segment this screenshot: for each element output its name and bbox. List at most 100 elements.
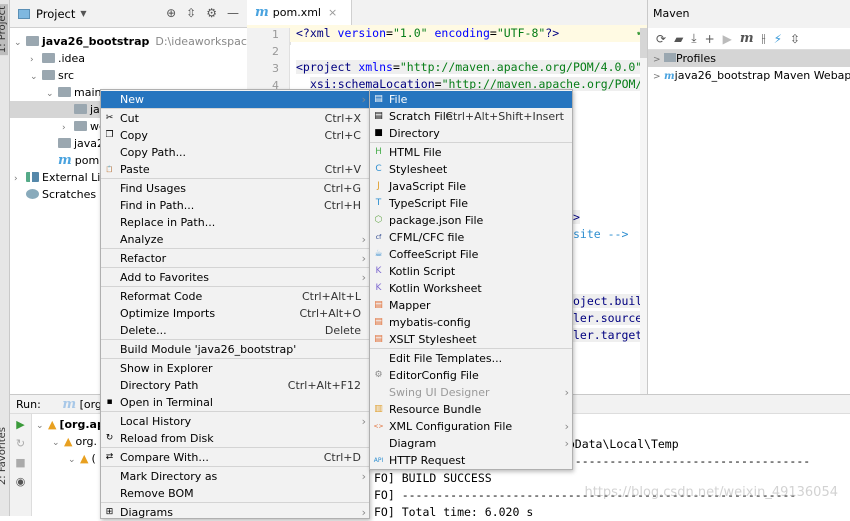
menu-item-label: Find Usages xyxy=(120,182,187,195)
locate-icon[interactable]: ⊕ xyxy=(166,6,176,20)
menu-item-mark-directory-as[interactable]: Mark Directory as › xyxy=(101,468,369,485)
tree-item-java26-bootstrap[interactable]: ⌄ java26_bootstrap D:\ideaworkspace\conter xyxy=(10,33,293,50)
stop-icon[interactable]: ■ xyxy=(10,456,31,469)
toggle-offline-icon[interactable]: ⫲ xyxy=(762,31,766,46)
new-item-label: Kotlin Worksheet xyxy=(389,282,482,295)
menu-item-refactor[interactable]: Refactor › xyxy=(101,250,369,267)
new-item-diagram[interactable]: Diagram › xyxy=(370,435,572,452)
chevron-down-icon[interactable]: ▼ xyxy=(80,9,86,18)
menu-item-label: Compare With... xyxy=(120,451,209,464)
menu-item-optimize-imports[interactable]: Optimize Imports Ctrl+Alt+O xyxy=(101,305,369,322)
eye-icon[interactable]: ◉ xyxy=(10,475,31,488)
line-number: 2 xyxy=(272,45,279,58)
tree-item-label: main xyxy=(74,86,102,99)
download-icon[interactable]: ⤓ xyxy=(691,31,696,46)
menu-item-directory-path[interactable]: Directory Path Ctrl+Alt+F12 xyxy=(101,377,369,394)
new-item-typescript-file[interactable]: T TypeScript File xyxy=(370,195,572,212)
menu-item-show-in-explorer[interactable]: Show in Explorer xyxy=(101,360,369,377)
new-item-label: Kotlin Script xyxy=(389,265,456,278)
menu-item-open-in-terminal[interactable]: ▪ Open in Terminal xyxy=(101,394,369,411)
menu-item-diagrams[interactable]: ⊞ Diagrams › xyxy=(101,504,369,521)
run-tree-item[interactable]: ⌄ ▲( xyxy=(32,450,96,467)
menu-item-local-history[interactable]: Local History › xyxy=(101,413,369,430)
menu-item-remove-bom[interactable]: Remove BOM xyxy=(101,485,369,502)
menu-item-copy[interactable]: ❐ Copy Ctrl+C xyxy=(101,127,369,144)
menu-item-add-to-favorites[interactable]: Add to Favorites › xyxy=(101,269,369,286)
skip-tests-icon[interactable]: ⚡ xyxy=(774,32,782,46)
new-item-package-json-file[interactable]: ⬡ package.json File xyxy=(370,212,572,229)
new-item-editorconfig-file[interactable]: ⚙ EditorConfig File xyxy=(370,367,572,384)
run-tree-item[interactable]: ⌄ ▲ org. xyxy=(32,433,97,450)
editor-scrollbar[interactable] xyxy=(640,28,647,394)
new-item-kotlin-script[interactable]: K Kotlin Script xyxy=(370,263,572,280)
tab-pom-xml[interactable]: m pom.xml × xyxy=(247,0,352,28)
maven-item-profiles[interactable]: > Profiles xyxy=(648,50,850,67)
new-item-directory[interactable]: ■ Directory xyxy=(370,125,572,142)
menu-item-copy-path[interactable]: Copy Path... xyxy=(101,144,369,161)
menu-item-new[interactable]: New › xyxy=(101,91,369,108)
run-toolbar: ▶ ↻ ■ ◉ xyxy=(10,414,32,516)
run-icon[interactable]: ▶ xyxy=(723,32,732,46)
project-tool-tab[interactable]: 1: Project xyxy=(0,4,8,56)
run-tree-item[interactable]: ⌄ ▲ [org.ap xyxy=(32,416,105,433)
menu-item-paste[interactable]: 📋 Paste Ctrl+V xyxy=(101,161,369,178)
gear-icon[interactable]: ⚙ xyxy=(206,6,217,20)
new-item-scratch-file[interactable]: ▤ Scratch File Ctrl+Alt+Shift+Insert xyxy=(370,108,572,125)
new-item-resource-bundle[interactable]: ▥ Resource Bundle xyxy=(370,401,572,418)
new-item-cfml-cfc-file[interactable]: cf CFML/CFC file xyxy=(370,229,572,246)
execute-goal-icon[interactable]: m xyxy=(740,31,754,46)
close-icon[interactable]: × xyxy=(328,6,337,19)
new-item-xslt-stylesheet[interactable]: ▤ XSLT Stylesheet xyxy=(370,331,572,348)
new-item-edit-file-templates[interactable]: Edit File Templates... xyxy=(370,350,572,367)
reload-icon[interactable]: ⟳ xyxy=(656,32,666,46)
menu-item-delete[interactable]: Delete... Delete xyxy=(101,322,369,339)
menu-item-cut[interactable]: ✂ Cut Ctrl+X xyxy=(101,110,369,127)
folder-icon xyxy=(58,87,71,97)
rerun-failed-icon[interactable]: ↻ xyxy=(10,437,31,450)
collapse-icon[interactable]: ⇳ xyxy=(790,32,800,46)
menu-item-reformat-code[interactable]: Reformat Code Ctrl+Alt+L xyxy=(101,288,369,305)
shortcut: Ctrl+Alt+F12 xyxy=(287,379,361,392)
menu-item-find-usages[interactable]: Find Usages Ctrl+G xyxy=(101,180,369,197)
menu-item-reload-from-disk[interactable]: ↻ Reload from Disk xyxy=(101,430,369,447)
code-token: "http://maven.apache.org/POM/4.0.0" xyxy=(399,60,643,74)
new-item-mybatis-config[interactable]: ▤ mybatis-config xyxy=(370,314,572,331)
new-item-javascript-file[interactable]: J JavaScript File xyxy=(370,178,572,195)
rerun-icon[interactable]: ▶ xyxy=(10,418,31,431)
menu-item-label: Replace in Path... xyxy=(120,216,216,229)
menu-item-analyze[interactable]: Analyze › xyxy=(101,231,369,248)
menu-item-compare-with[interactable]: ⇄ Compare With... Ctrl+D xyxy=(101,449,369,466)
new-item-file[interactable]: ▤ File xyxy=(370,91,572,108)
generate-sources-icon[interactable]: ▰ xyxy=(674,32,683,46)
favorites-tool-tab[interactable]: 2: Favorites xyxy=(0,425,8,487)
menu-item-label: Reload from Disk xyxy=(120,432,214,445)
new-item-label: TypeScript File xyxy=(389,197,469,210)
typescript-file-icon: T xyxy=(375,198,382,208)
new-item-label: JavaScript File xyxy=(389,180,467,193)
new-item-html-file[interactable]: H HTML File xyxy=(370,144,572,161)
chevron-right-icon: › xyxy=(564,437,569,450)
collapse-all-icon[interactable]: ⇳ xyxy=(186,6,196,20)
hide-icon[interactable]: — xyxy=(227,6,239,20)
tree-item-label: .idea xyxy=(58,52,86,65)
new-item-xml-configuration-file[interactable]: <> XML Configuration File › xyxy=(370,418,572,435)
new-item-http-request[interactable]: API HTTP Request xyxy=(370,452,572,469)
maven-item-project[interactable]: > mjava26_bootstrap Maven Webapp xyxy=(648,67,850,84)
kotlin-script-icon: K xyxy=(375,266,382,276)
editor-tabs: m pom.xml × xyxy=(247,0,647,28)
menu-item-find-in-path[interactable]: Find in Path... Ctrl+H xyxy=(101,197,369,214)
menu-item-label: Refactor xyxy=(120,252,167,265)
tree-item-idea[interactable]: › .idea xyxy=(10,50,247,67)
project-view-selector[interactable]: Project xyxy=(36,7,75,21)
file-icon: ▤ xyxy=(374,94,383,104)
chevron-down-icon[interactable]: ⌄ xyxy=(68,452,80,469)
new-item-stylesheet[interactable]: C Stylesheet xyxy=(370,161,572,178)
tree-item-src[interactable]: ⌄ src xyxy=(10,67,247,84)
add-icon[interactable]: + xyxy=(705,32,715,46)
menu-item-replace-in-path[interactable]: Replace in Path... xyxy=(101,214,369,231)
new-item-mapper[interactable]: ▤ Mapper xyxy=(370,297,572,314)
menu-item-build-module-java26-bootstrap[interactable]: Build Module 'java26_bootstrap' xyxy=(101,341,369,358)
project-panel-header: Project ▼ ⊕ ⇳ ⚙ — xyxy=(10,0,247,28)
new-item-kotlin-worksheet[interactable]: K Kotlin Worksheet xyxy=(370,280,572,297)
new-item-coffeescript-file[interactable]: ☕ CoffeeScript File xyxy=(370,246,572,263)
